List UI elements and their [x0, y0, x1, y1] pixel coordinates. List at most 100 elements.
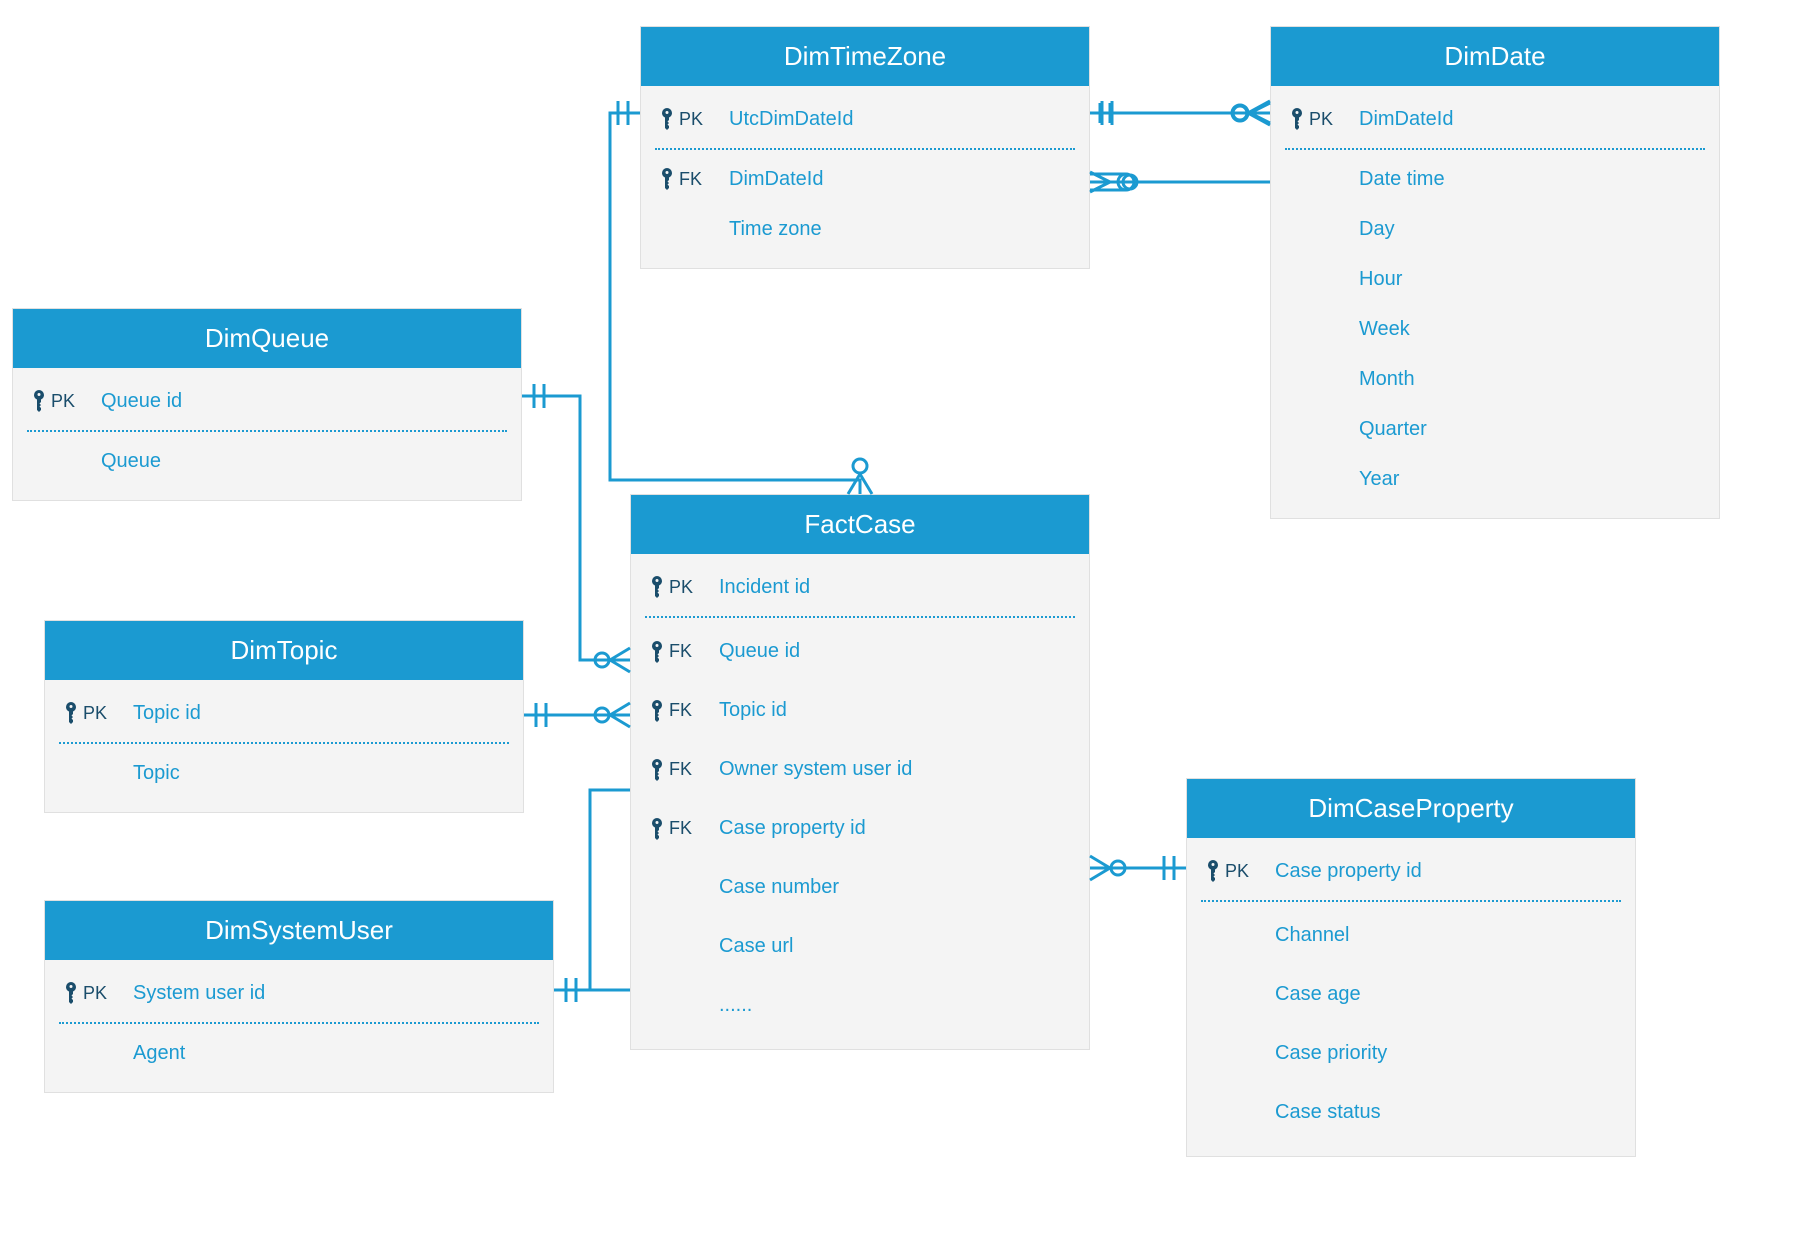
field-name: Case url [719, 935, 793, 958]
key-text: FK [669, 759, 692, 780]
rel-timezone-fk-date [1090, 172, 1270, 192]
field-name: Time zone [729, 218, 822, 241]
entity-title: DimQueue [13, 309, 521, 368]
entity-title: DimCaseProperty [1187, 779, 1635, 838]
key-icon [659, 108, 675, 130]
rel-topic-factcase [524, 703, 630, 727]
field-row: ...... [631, 976, 1089, 1035]
key-icon [649, 576, 665, 598]
field-row: Case priority [1187, 1024, 1635, 1083]
rel-queue-factcase [522, 384, 630, 672]
key-text: PK [669, 577, 693, 598]
key-icon [649, 641, 665, 663]
key-icon [63, 702, 79, 724]
entity-body: PK Topic id Topic [45, 680, 523, 812]
pk-divider [655, 148, 1075, 150]
field-name: Hour [1359, 268, 1402, 291]
field-row: Case number [631, 858, 1089, 917]
key-text: PK [51, 391, 75, 412]
key-icon [649, 759, 665, 781]
entity-body: PK DimDateId Date time Day Hour Week Mon… [1271, 86, 1719, 518]
field-name: Week [1359, 318, 1410, 341]
key-label: FK [649, 641, 719, 663]
entity-title: DimTimeZone [641, 27, 1089, 86]
entity-title: DimTopic [45, 621, 523, 680]
field-row: FK DimDateId [641, 154, 1089, 204]
field-row: PK Topic id [45, 688, 523, 738]
pk-divider [59, 742, 509, 744]
key-label: FK [649, 818, 719, 840]
entity-dimcaseproperty: DimCaseProperty PK Case property id Chan… [1186, 778, 1636, 1157]
field-row: Month [1271, 354, 1719, 404]
field-row: Day [1271, 204, 1719, 254]
er-diagram-canvas: DimTimeZone PK UtcDimDateId FK DimDateId… [0, 0, 1800, 1258]
field-name: UtcDimDateId [729, 108, 853, 131]
entity-title: FactCase [631, 495, 1089, 554]
pk-divider [1201, 900, 1621, 902]
field-name: ...... [719, 994, 752, 1017]
key-icon [63, 982, 79, 1004]
field-row: Quarter [1271, 404, 1719, 454]
key-text: FK [669, 700, 692, 721]
field-row: Channel [1187, 906, 1635, 965]
rel-systemuser-factcase-straight [554, 978, 630, 1002]
entity-dimqueue: DimQueue PK Queue id Queue [12, 308, 522, 501]
field-name: Case property id [1275, 860, 1422, 883]
field-name: Topic id [719, 699, 787, 722]
entity-dimsystemuser: DimSystemUser PK System user id Agent [44, 900, 554, 1093]
key-icon [649, 700, 665, 722]
key-text: PK [1225, 861, 1249, 882]
field-name: Incident id [719, 576, 810, 599]
field-row: Hour [1271, 254, 1719, 304]
pk-divider [59, 1022, 539, 1024]
field-row: Date time [1271, 154, 1719, 204]
connector-timezone-date [1090, 103, 1270, 190]
field-row: Case age [1187, 965, 1635, 1024]
field-row: PK UtcDimDateId [641, 94, 1089, 144]
field-name: Year [1359, 468, 1399, 491]
key-text: PK [83, 703, 107, 724]
field-name: Case age [1275, 983, 1361, 1006]
key-label: PK [1289, 108, 1359, 130]
pk-divider [27, 430, 507, 432]
field-name: DimDateId [1359, 108, 1453, 131]
field-name: DimDateId [729, 168, 823, 191]
rel-factcase-caseproperty [1090, 856, 1186, 880]
key-text: PK [83, 983, 107, 1004]
entity-dimtimezone: DimTimeZone PK UtcDimDateId FK DimDateId… [640, 26, 1090, 269]
key-label: PK [63, 702, 133, 724]
rel-systemuser-factcase [554, 790, 630, 990]
entity-body: PK System user id Agent [45, 960, 553, 1092]
field-name: Topic id [133, 702, 201, 725]
field-name: Queue id [719, 640, 800, 663]
key-text: FK [669, 818, 692, 839]
field-name: Case property id [719, 817, 866, 840]
field-row: Topic [45, 748, 523, 798]
field-name: Queue id [101, 390, 182, 413]
field-name: Day [1359, 218, 1395, 241]
field-row: FK Topic id [631, 681, 1089, 740]
entity-body: PK UtcDimDateId FK DimDateId Time zone [641, 86, 1089, 268]
field-name: Case number [719, 876, 839, 899]
field-name: Owner system user id [719, 758, 912, 781]
pk-divider [645, 616, 1075, 618]
field-row: FK Case property id [631, 799, 1089, 858]
field-row: PK Queue id [13, 376, 521, 426]
key-label: PK [1205, 860, 1275, 882]
entity-factcase: FactCase PK Incident id FK Queue id [630, 494, 1090, 1050]
key-icon [1289, 108, 1305, 130]
entity-dimtopic: DimTopic PK Topic id Topic [44, 620, 524, 813]
key-text: FK [669, 641, 692, 662]
field-name: System user id [133, 982, 265, 1005]
field-row: PK System user id [45, 968, 553, 1018]
field-row: Case status [1187, 1083, 1635, 1142]
field-name: Quarter [1359, 418, 1427, 441]
field-name: Date time [1359, 168, 1445, 191]
entity-title: DimDate [1271, 27, 1719, 86]
key-text: PK [679, 109, 703, 130]
entity-title: DimSystemUser [45, 901, 553, 960]
field-name: Case status [1275, 1101, 1381, 1124]
key-label: FK [649, 759, 719, 781]
rel-timezone-to-date [1090, 101, 1270, 125]
pk-divider [1285, 148, 1705, 150]
